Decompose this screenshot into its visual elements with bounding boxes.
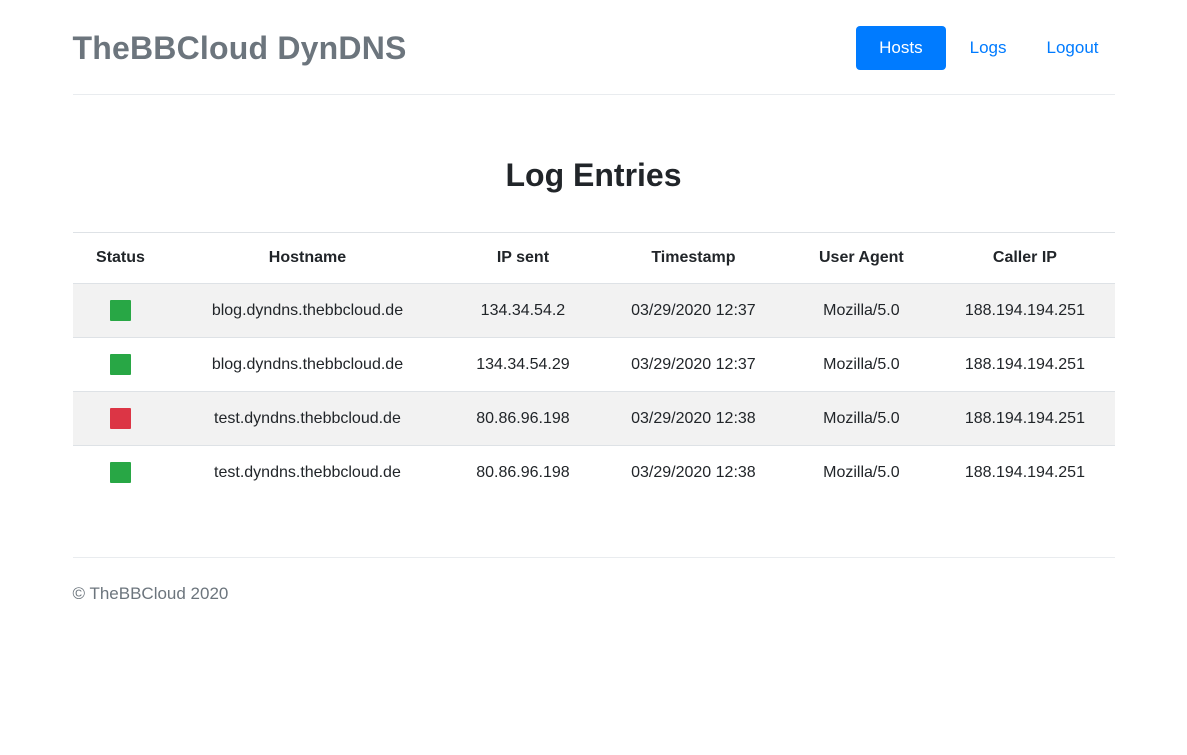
status-indicator-icon xyxy=(110,462,131,483)
table-body: blog.dyndns.thebbcloud.de 134.34.54.2 03… xyxy=(73,284,1115,500)
ip-sent-cell: 80.86.96.198 xyxy=(446,446,599,500)
main-nav: Hosts Logs Logout xyxy=(856,26,1114,70)
column-header-ip-sent: IP sent xyxy=(446,233,599,284)
table-row: test.dyndns.thebbcloud.de 80.86.96.198 0… xyxy=(73,446,1115,500)
user-agent-cell: Mozilla/5.0 xyxy=(787,338,935,392)
column-header-user-agent: User Agent xyxy=(787,233,935,284)
page-container: TheBBCloud DynDNS Hosts Logs Logout Log … xyxy=(73,0,1115,604)
hostname-cell: blog.dyndns.thebbcloud.de xyxy=(168,284,446,338)
status-cell xyxy=(73,446,169,500)
caller-ip-cell: 188.194.194.251 xyxy=(935,338,1114,392)
nav-hosts-button[interactable]: Hosts xyxy=(856,26,945,70)
main-content: Log Entries Status Hostname IP sent Time… xyxy=(73,157,1115,499)
ip-sent-cell: 134.34.54.2 xyxy=(446,284,599,338)
ip-sent-cell: 80.86.96.198 xyxy=(446,392,599,446)
column-header-hostname: Hostname xyxy=(168,233,446,284)
site-footer: © TheBBCloud 2020 xyxy=(73,557,1115,604)
table-row: test.dyndns.thebbcloud.de 80.86.96.198 0… xyxy=(73,392,1115,446)
timestamp-cell: 03/29/2020 12:38 xyxy=(599,392,787,446)
table-row: blog.dyndns.thebbcloud.de 134.34.54.29 0… xyxy=(73,338,1115,392)
column-header-status: Status xyxy=(73,233,169,284)
log-entries-table: Status Hostname IP sent Timestamp User A… xyxy=(73,232,1115,499)
status-indicator-icon xyxy=(110,300,131,321)
user-agent-cell: Mozilla/5.0 xyxy=(787,446,935,500)
timestamp-cell: 03/29/2020 12:37 xyxy=(599,284,787,338)
user-agent-cell: Mozilla/5.0 xyxy=(787,392,935,446)
site-header: TheBBCloud DynDNS Hosts Logs Logout xyxy=(73,0,1115,95)
status-indicator-icon xyxy=(110,408,131,429)
caller-ip-cell: 188.194.194.251 xyxy=(935,392,1114,446)
brand-title: TheBBCloud DynDNS xyxy=(73,30,407,67)
page-title: Log Entries xyxy=(73,157,1115,194)
caller-ip-cell: 188.194.194.251 xyxy=(935,284,1114,338)
hostname-cell: blog.dyndns.thebbcloud.de xyxy=(168,338,446,392)
ip-sent-cell: 134.34.54.29 xyxy=(446,338,599,392)
user-agent-cell: Mozilla/5.0 xyxy=(787,284,935,338)
status-cell xyxy=(73,392,169,446)
nav-logs-link[interactable]: Logs xyxy=(954,26,1023,70)
nav-logout-link[interactable]: Logout xyxy=(1031,26,1115,70)
hostname-cell: test.dyndns.thebbcloud.de xyxy=(168,446,446,500)
table-header: Status Hostname IP sent Timestamp User A… xyxy=(73,233,1115,284)
column-header-timestamp: Timestamp xyxy=(599,233,787,284)
status-indicator-icon xyxy=(110,354,131,375)
caller-ip-cell: 188.194.194.251 xyxy=(935,446,1114,500)
timestamp-cell: 03/29/2020 12:38 xyxy=(599,446,787,500)
table-header-row: Status Hostname IP sent Timestamp User A… xyxy=(73,233,1115,284)
column-header-caller-ip: Caller IP xyxy=(935,233,1114,284)
timestamp-cell: 03/29/2020 12:37 xyxy=(599,338,787,392)
copyright-text: © TheBBCloud 2020 xyxy=(73,584,1115,604)
hostname-cell: test.dyndns.thebbcloud.de xyxy=(168,392,446,446)
status-cell xyxy=(73,338,169,392)
table-row: blog.dyndns.thebbcloud.de 134.34.54.2 03… xyxy=(73,284,1115,338)
status-cell xyxy=(73,284,169,338)
